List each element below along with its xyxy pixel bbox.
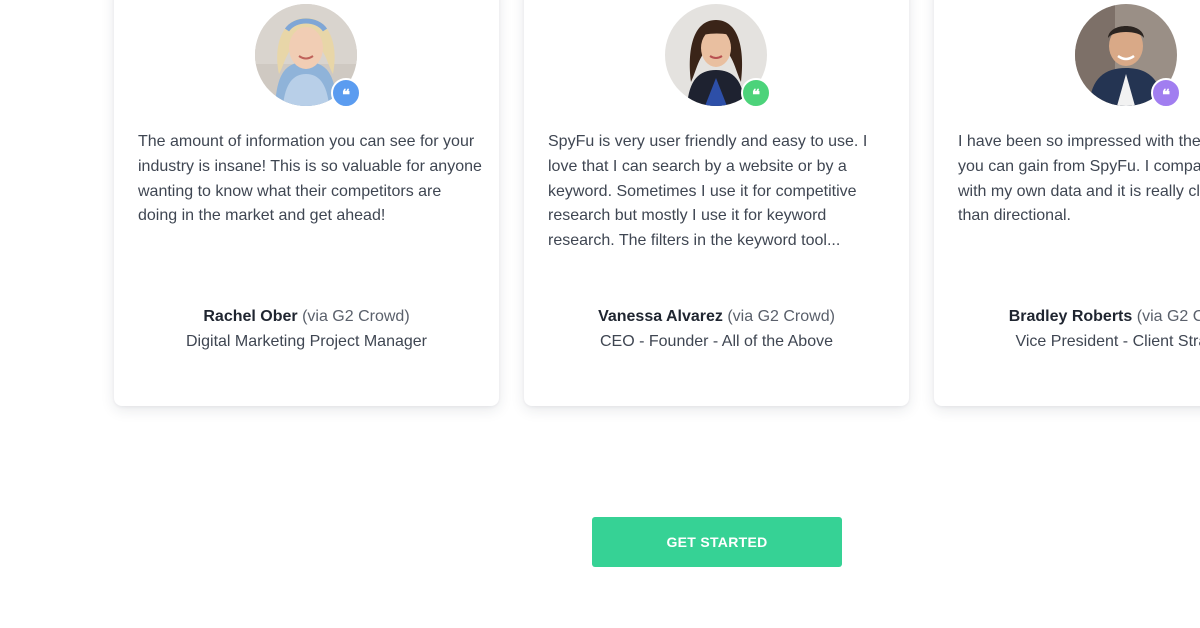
author-info: Vanessa Alvarez (via G2 Crowd) CEO - Fou… [524,304,909,354]
author-info: Bradley Roberts (via G2 Crowd) Vice Pres… [934,304,1200,354]
quote-icon: ❝ [341,86,351,104]
quote-badge: ❝ [331,78,361,108]
testimonial-text: The amount of information you can see fo… [138,133,482,225]
quote-badge: ❝ [741,78,771,108]
avatar-container: ❝ [255,4,361,108]
testimonial-text: I have been so impressed with the inform… [958,133,1200,225]
avatar-container: ❝ [1075,4,1181,108]
avatar-container: ❝ [665,4,771,108]
author-role: CEO - Founder - All of the Above [599,333,833,350]
author-role: Digital Marketing Project Manager [186,333,427,350]
author-source: (via G2 Crowd) [1136,308,1200,325]
quote-badge: ❝ [1151,78,1181,108]
testimonial-text: SpyFu is very user friendly and easy to … [548,133,868,250]
testimonial-card: ❝ SpyFu is very user friendly and easy t… [524,0,909,406]
testimonials-section: ❝ The amount of information you can see … [0,0,1200,628]
author-info: Rachel Ober (via G2 Crowd) Digital Marke… [114,304,499,354]
testimonial-card: ❝ I have been so impressed with the info… [934,0,1200,406]
author-name: Vanessa Alvarez [598,308,728,325]
author-name: Bradley Roberts [1008,308,1137,325]
quote-icon: ❝ [751,86,761,104]
author-name: Rachel Ober [203,308,303,325]
get-started-button[interactable]: GET STARTED [592,517,842,567]
quote-icon: ❝ [1161,86,1171,104]
author-source: (via G2 Crowd) [727,308,835,325]
testimonial-card: ❝ The amount of information you can see … [114,0,499,406]
author-role: Vice President - Client Strategy [1015,333,1200,350]
author-source: (via G2 Crowd) [302,308,410,325]
